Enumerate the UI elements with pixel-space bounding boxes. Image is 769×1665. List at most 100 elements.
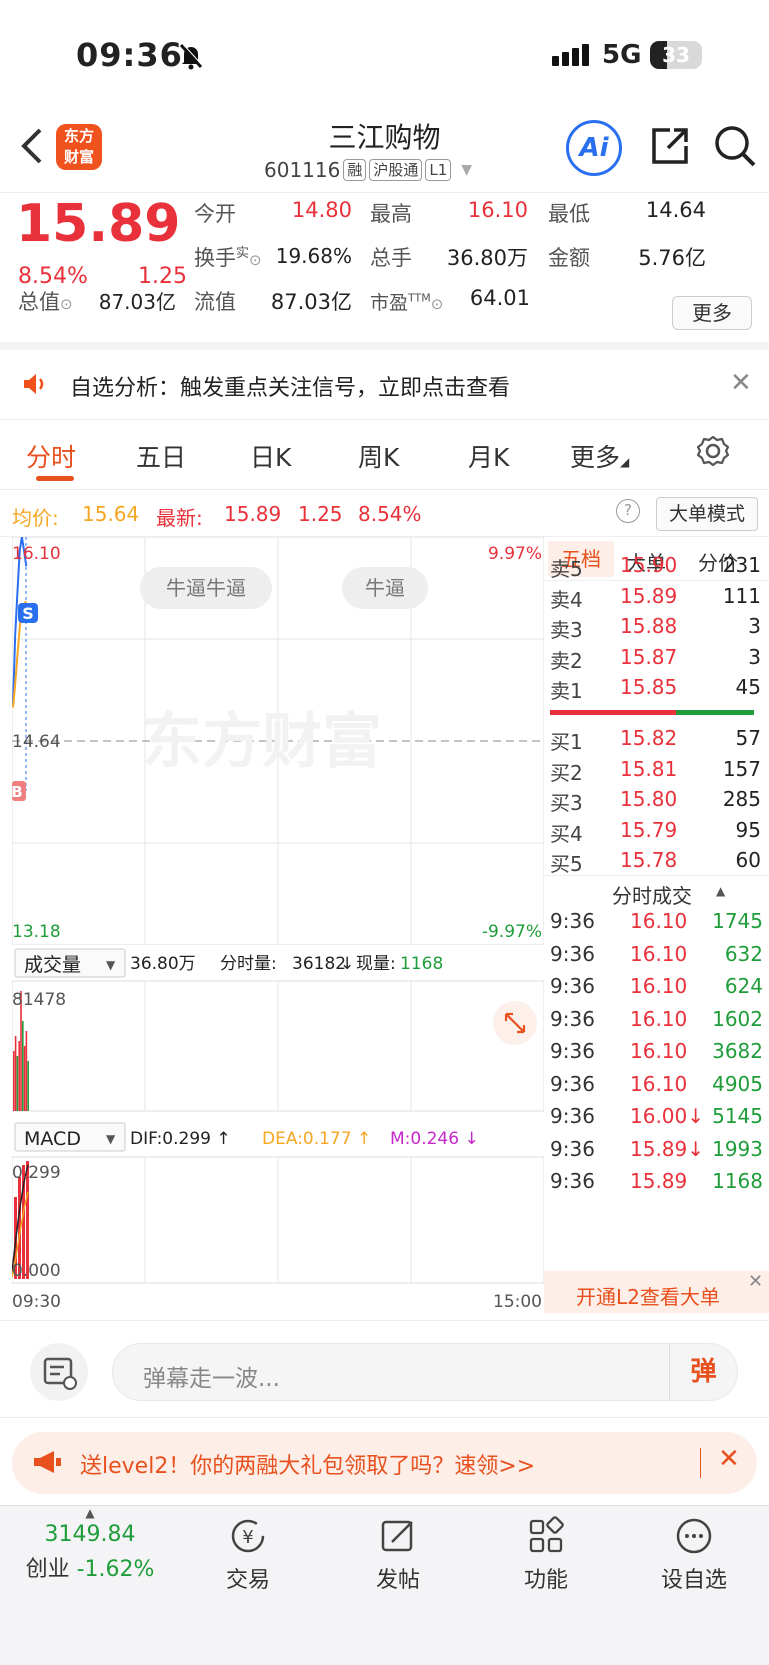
close-icon[interactable]: ✕ bbox=[718, 1444, 740, 1474]
float-label: 流值 bbox=[194, 290, 236, 314]
tick-row: 9:36 16.10 1602 bbox=[544, 1003, 769, 1037]
tab-five-day[interactable]: 五日 bbox=[136, 438, 186, 474]
tick-time: 9:36 bbox=[550, 1104, 595, 1128]
megaphone-icon bbox=[32, 1448, 64, 1482]
ask-label: 卖5 bbox=[550, 557, 583, 581]
nav-add-watchlist[interactable]: 设自选 bbox=[634, 1516, 754, 1594]
status-bar: 09:36 5G 33 bbox=[0, 0, 769, 110]
notice-bar[interactable]: 自选分析：触发重点关注信号，立即点击查看 ✕ bbox=[0, 350, 769, 420]
tab-week-k[interactable]: 周K bbox=[358, 438, 399, 474]
ask-label: 卖2 bbox=[550, 648, 583, 673]
info-icon[interactable]: ⊙ bbox=[60, 295, 73, 313]
close-icon[interactable]: ✕ bbox=[730, 368, 752, 398]
bid-volume: 285 bbox=[722, 787, 761, 811]
ticks-header[interactable]: 分时成交 ▲ bbox=[544, 875, 769, 909]
bid-row[interactable]: 买5 15.78 60 bbox=[544, 844, 769, 876]
comment-settings-icon[interactable] bbox=[30, 1343, 88, 1401]
promo-banner[interactable]: 送level2！你的两融大礼包领取了吗？速领>> ✕ bbox=[12, 1432, 757, 1494]
tab-more[interactable]: 更多◢ bbox=[570, 438, 629, 474]
bid-label: 买4 bbox=[550, 821, 583, 846]
bid-ask-bar-red bbox=[550, 710, 676, 715]
danmaku-send-button[interactable]: 弹 bbox=[669, 1344, 737, 1400]
nav-add-watchlist-label: 设自选 bbox=[660, 1568, 727, 1593]
volume-total: 36.80万 bbox=[130, 954, 196, 974]
dropdown-icon[interactable]: ▼ bbox=[461, 162, 472, 178]
nav-trade[interactable]: ¥ 交易 bbox=[188, 1516, 308, 1594]
volume-bar bbox=[13, 1051, 15, 1111]
tab-month-k[interactable]: 月K bbox=[468, 438, 509, 474]
bid-price: 15.81 bbox=[620, 756, 678, 781]
volume-max-label: 81478 bbox=[12, 990, 66, 1010]
bid-row[interactable]: 买4 15.79 95 bbox=[544, 814, 769, 846]
tick-price: 16.00↓ bbox=[630, 1104, 705, 1128]
pe-sup: TTM bbox=[408, 291, 431, 305]
bid-ask-bar-green bbox=[676, 710, 754, 715]
ai-button[interactable]: Ai bbox=[566, 120, 622, 176]
mktcap-value: 87.03亿 bbox=[98, 290, 176, 314]
index-ticker[interactable]: ▲ 3149.84 创业 -1.62% bbox=[20, 1506, 160, 1583]
tick-row: 9:36 16.10 632 bbox=[544, 938, 769, 972]
tick-row: 9:36 15.89 1168 bbox=[544, 1165, 769, 1199]
help-icon[interactable]: ? bbox=[616, 499, 640, 523]
status-time: 09:36 bbox=[76, 36, 183, 74]
ask-volume: 3 bbox=[748, 614, 761, 638]
volume-bar bbox=[27, 1061, 29, 1111]
latest-pct: 8.54% bbox=[358, 502, 422, 526]
info-icon[interactable]: ⊙ bbox=[249, 251, 262, 269]
ask-volume: 3 bbox=[748, 644, 761, 669]
close-icon[interactable]: ✕ bbox=[748, 1271, 763, 1292]
tab-more-label: 更多 bbox=[570, 443, 621, 472]
danmaku-input[interactable]: 弹幕走一波... 弹 bbox=[112, 1343, 738, 1401]
tab-intraday[interactable]: 分时 bbox=[26, 438, 76, 474]
nav-functions[interactable]: 功能 bbox=[486, 1516, 606, 1594]
turnover-value: 19.68% bbox=[275, 244, 352, 268]
intraday-chart[interactable]: 东方财富 牛逼牛逼 牛逼 S B 16.10 14.64 13.18 9.97%… bbox=[11, 536, 545, 1315]
latest-value: 15.89 bbox=[224, 502, 282, 526]
trade-icon: ¥ bbox=[228, 1516, 268, 1556]
nav-post[interactable]: 发帖 bbox=[338, 1516, 458, 1594]
l2-banner[interactable]: 开通L2查看大单 ✕ bbox=[544, 1271, 769, 1313]
ask-row[interactable]: 卖5 15.90 231 bbox=[544, 549, 769, 581]
ask-row[interactable]: 卖4 15.89 111 bbox=[544, 580, 769, 612]
macd-dif: DIF:0.299 ↑ bbox=[130, 1129, 231, 1149]
expand-arrow-icon: ▲ bbox=[85, 1506, 95, 1520]
tick-row: 9:36 16.10 624 bbox=[544, 970, 769, 1004]
bid-row[interactable]: 买2 15.81 157 bbox=[544, 753, 769, 785]
more-dots-icon bbox=[674, 1516, 714, 1556]
ask-price: 15.90 bbox=[620, 553, 678, 577]
settings-icon[interactable] bbox=[696, 434, 730, 472]
y-mid-label: 14.64 bbox=[12, 732, 61, 752]
search-icon[interactable] bbox=[713, 124, 757, 172]
ask-row[interactable]: 卖1 15.85 45 bbox=[544, 671, 769, 703]
volume-detail: 36182 bbox=[292, 954, 346, 974]
index-change: -1.62% bbox=[76, 1557, 155, 1582]
more-button[interactable]: 更多 bbox=[672, 296, 752, 330]
tick-row: 9:36 16.10 4905 bbox=[544, 1068, 769, 1102]
bell-muted-icon bbox=[178, 42, 204, 76]
bid-row[interactable]: 买1 15.82 57 bbox=[544, 722, 769, 754]
stock-code-line: 601116 融 沪股通 L1 ▼ bbox=[264, 158, 472, 182]
turnover-label-text: 换手 bbox=[194, 246, 236, 270]
ask-price: 15.87 bbox=[620, 644, 678, 669]
tab-day-k[interactable]: 日K bbox=[250, 438, 291, 474]
collapse-icon[interactable]: ▲ bbox=[716, 884, 725, 898]
time-end-label: 15:00 bbox=[493, 1292, 542, 1312]
share-icon[interactable] bbox=[648, 124, 692, 172]
buy-marker-text: B bbox=[12, 783, 23, 801]
ask-row[interactable]: 卖2 15.87 3 bbox=[544, 641, 769, 673]
ask-row[interactable]: 卖3 15.88 3 bbox=[544, 610, 769, 642]
high-label: 最高 bbox=[370, 202, 412, 226]
ask-label: 卖3 bbox=[550, 618, 583, 642]
tick-row: 9:36 16.10 3682 bbox=[544, 1035, 769, 1069]
index-value: 3149.84 bbox=[44, 1522, 136, 1547]
stock-code: 601116 bbox=[264, 158, 341, 182]
info-icon[interactable]: ⊙ bbox=[431, 295, 444, 313]
chart-svg[interactable]: 东方财富 牛逼牛逼 牛逼 S B 16.10 14.64 13.18 9.97%… bbox=[11, 536, 545, 1315]
danmaku-text: 牛逼 bbox=[365, 576, 405, 600]
big-order-mode-button[interactable]: 大单模式 bbox=[656, 497, 758, 531]
bid-row[interactable]: 买3 15.80 285 bbox=[544, 783, 769, 815]
tick-price: 15.89↓ bbox=[630, 1136, 705, 1161]
turnover-label: 换手实⊙ bbox=[194, 242, 262, 272]
volume-bar bbox=[25, 1031, 28, 1111]
ask-volume: 231 bbox=[722, 553, 761, 577]
